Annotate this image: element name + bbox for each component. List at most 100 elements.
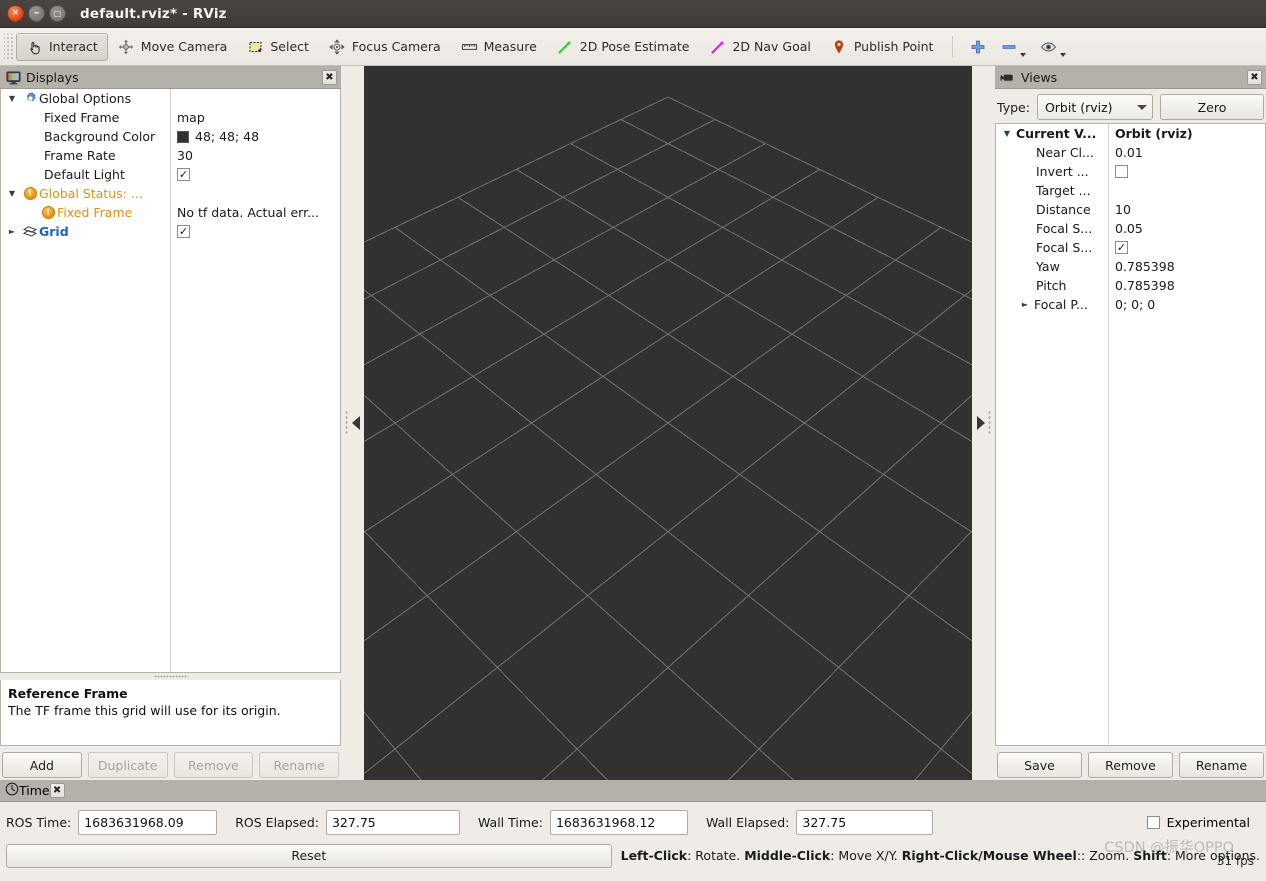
views-row-distance[interactable]: Distance 10	[996, 200, 1265, 219]
ros-time-input[interactable]: 1683631968.09	[78, 809, 218, 835]
displays-splitter[interactable]	[0, 673, 341, 680]
reset-button[interactable]: Reset	[6, 843, 612, 868]
views-row-focal-s[interactable]: Focal S... 0.05	[996, 219, 1265, 238]
row-value-cell[interactable]: ✓	[170, 165, 340, 184]
toolbar-visibility-button[interactable]	[1033, 33, 1073, 61]
remove-view-button[interactable]: Remove	[1088, 752, 1173, 778]
row-checkbox[interactable]: ✓	[177, 225, 190, 238]
tool-select[interactable]: Select	[237, 33, 319, 61]
3d-viewport[interactable]	[364, 66, 972, 780]
tool-publish-point[interactable]: Publish Point	[821, 33, 944, 61]
chevron-down-icon[interactable]	[1020, 52, 1027, 57]
tool-2d-pose-estimate[interactable]: 2D Pose Estimate	[547, 33, 700, 61]
row-value-cell[interactable]: map	[170, 108, 340, 127]
row-value-cell[interactable]: 0.785398	[1108, 257, 1265, 276]
chevron-down-icon[interactable]	[998, 129, 1016, 138]
right-panel-splitter[interactable]	[972, 66, 995, 780]
row-label: Target ...	[1036, 183, 1091, 198]
view-type-dropdown[interactable]: Orbit (rviz)	[1036, 94, 1153, 120]
displays-tree[interactable]: Global Options Fixed Frame map Background C…	[0, 89, 341, 673]
row-value-cell[interactable]: 0.785398	[1108, 276, 1265, 295]
displays-close-button[interactable]: ✖	[322, 69, 337, 85]
row-value-cell[interactable]	[1108, 162, 1265, 181]
row-name-cell: !Global Status: ...	[1, 184, 170, 203]
views-close-button[interactable]: ✖	[1247, 69, 1262, 85]
tool-focus-camera[interactable]: Focus Camera	[319, 33, 451, 61]
row-value-cell[interactable]: 48; 48; 48	[170, 127, 340, 146]
tool-move-camera[interactable]: Move Camera	[108, 33, 238, 61]
views-tree[interactable]: Current V... Orbit (rviz) Near Cl... 0.01 In…	[995, 123, 1266, 746]
row-checkbox[interactable]: ✓	[177, 168, 190, 181]
tool-measure-label: Measure	[483, 39, 537, 54]
window-close-button[interactable]: ×	[7, 5, 24, 22]
row-value-cell[interactable]	[170, 89, 340, 108]
row-value-cell[interactable]: ✓	[1108, 238, 1265, 257]
collapse-left-arrow-icon[interactable]	[351, 416, 360, 430]
wall-elapsed-input[interactable]: 327.75	[796, 809, 934, 835]
ros-elapsed-input[interactable]: 327.75	[325, 809, 460, 835]
row-value-cell[interactable]: 10	[1108, 200, 1265, 219]
window-controls[interactable]: × – □	[7, 5, 66, 22]
row-value-cell[interactable]: 30	[170, 146, 340, 165]
experimental-toggle[interactable]: Experimental	[1146, 815, 1260, 830]
row-value-cell[interactable]: 0.05	[1108, 219, 1265, 238]
status-bar: Reset Left-Click: Rotate. Middle-Click: …	[0, 840, 1266, 869]
tool-select-label: Select	[270, 39, 309, 54]
row-checkbox[interactable]	[1115, 165, 1128, 178]
add-button[interactable]: Add	[2, 752, 82, 778]
zero-button[interactable]: Zero	[1159, 94, 1264, 120]
views-row-target[interactable]: Target ...	[996, 181, 1265, 200]
row-name-cell: Default Light	[1, 165, 170, 184]
row-name-cell: Focal S...	[996, 219, 1108, 238]
property-description-title: Reference Frame	[8, 686, 128, 701]
toolbar-remove-button[interactable]	[993, 33, 1033, 61]
rename-view-button[interactable]: Rename	[1179, 752, 1264, 778]
toolbar-add-button[interactable]	[962, 33, 993, 61]
wall-time-label: Wall Time:	[477, 814, 543, 830]
row-label: Default Light	[44, 167, 125, 182]
views-row-current-v[interactable]: Current V... Orbit (rviz)	[996, 124, 1265, 143]
chevron-down-icon[interactable]	[3, 189, 21, 198]
row-value-cell[interactable]: No tf data. Actual err...	[170, 203, 340, 222]
collapse-right-arrow-icon[interactable]	[976, 416, 985, 430]
left-panel-splitter[interactable]	[341, 66, 364, 780]
views-row-pitch[interactable]: Pitch 0.785398	[996, 276, 1265, 295]
window-minimize-button[interactable]: –	[28, 5, 45, 22]
row-value-cell[interactable]: ✓	[170, 222, 340, 241]
views-row-near-cl[interactable]: Near Cl... 0.01	[996, 143, 1265, 162]
row-name-cell: Grid	[1, 222, 170, 241]
row-value-cell[interactable]	[170, 184, 340, 203]
tool-measure[interactable]: Measure	[451, 33, 547, 61]
row-value-cell[interactable]: 0.01	[1108, 143, 1265, 162]
time-panel-header: Time ✖	[0, 780, 1266, 802]
fps-counter: 31 fps	[1216, 854, 1254, 868]
column-divider	[1108, 124, 1109, 745]
chevron-down-icon[interactable]	[3, 94, 21, 103]
views-row-focal-p[interactable]: Focal P... 0; 0; 0	[996, 295, 1265, 314]
rename-button: Rename	[259, 752, 339, 778]
experimental-checkbox[interactable]	[1146, 815, 1160, 829]
row-name-cell: ! Fixed Frame	[1, 203, 170, 222]
chevron-down-icon[interactable]	[1060, 52, 1067, 57]
row-name-cell: Current V...	[996, 124, 1108, 143]
row-checkbox[interactable]: ✓	[1115, 241, 1128, 254]
time-close-button[interactable]: ✖	[49, 783, 65, 798]
splitter-grip-dots	[988, 410, 991, 436]
row-value-cell[interactable]: Orbit (rviz)	[1108, 124, 1265, 143]
views-row-yaw[interactable]: Yaw 0.785398	[996, 257, 1265, 276]
save-view-button[interactable]: Save	[997, 752, 1082, 778]
window-maximize-button[interactable]: □	[49, 5, 66, 22]
toolbar-drag-grip[interactable]	[4, 33, 13, 60]
tool-2d-nav-goal[interactable]: 2D Nav Goal	[699, 33, 820, 61]
ros-elapsed-label: ROS Elapsed:	[235, 814, 319, 830]
views-row-focal-s[interactable]: Focal S... ✓	[996, 238, 1265, 257]
views-row-invert[interactable]: Invert ...	[996, 162, 1265, 181]
tool-interact[interactable]: Interact	[16, 32, 108, 61]
wall-time-input[interactable]: 1683631968.12	[549, 809, 688, 835]
color-swatch[interactable]	[177, 130, 189, 143]
views-panel-header: Views ✖	[995, 66, 1266, 89]
chevron-right-icon[interactable]	[1016, 300, 1034, 309]
row-value-cell[interactable]	[1108, 181, 1265, 200]
chevron-right-icon[interactable]	[3, 227, 21, 236]
row-value-cell[interactable]: 0; 0; 0	[1108, 295, 1265, 314]
